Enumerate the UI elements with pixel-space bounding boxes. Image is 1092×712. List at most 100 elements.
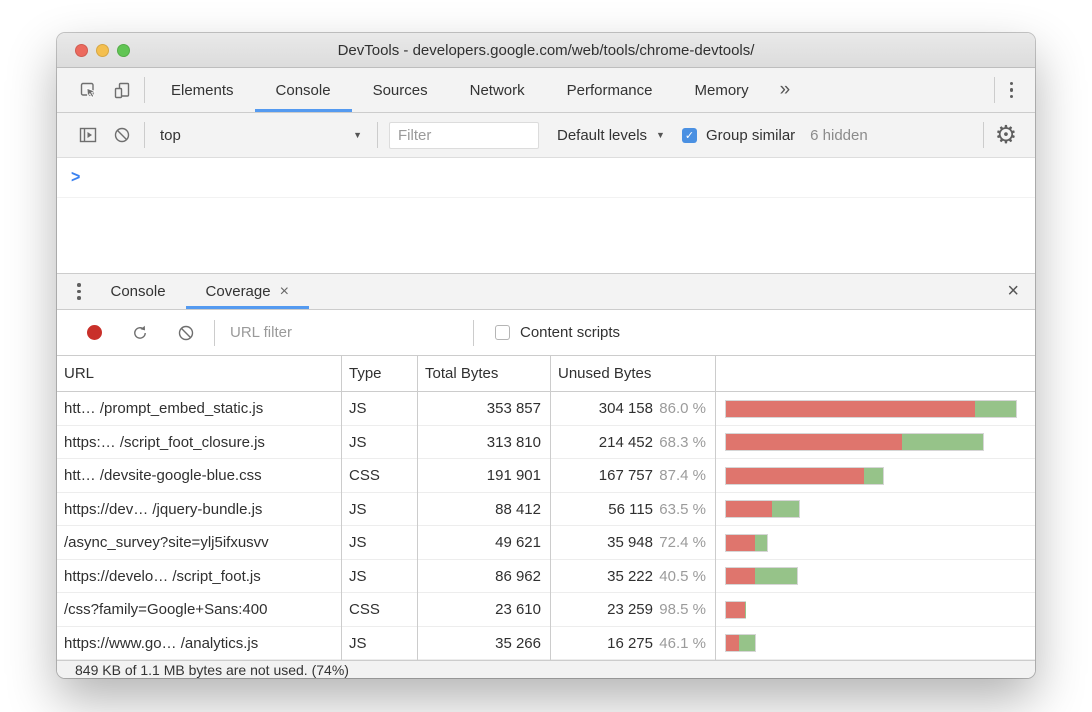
- usage-bar-cell: [716, 526, 1035, 560]
- used-bar-segment: [864, 468, 884, 484]
- url-cell: /css?family=Google+Sans:400: [57, 593, 342, 627]
- unused-bytes-value: 304 158: [551, 400, 653, 417]
- unused-bytes-cell: 304 15886.0 %: [551, 392, 716, 426]
- record-icon: [87, 325, 102, 340]
- table-row[interactable]: /css?family=Google+Sans:400CSS23 61023 2…: [57, 593, 1035, 627]
- usage-bar-cell: [716, 493, 1035, 527]
- divider: [214, 320, 215, 346]
- usage-bar: [726, 535, 767, 551]
- usage-bar-cell: [716, 392, 1035, 426]
- content-scripts-label[interactable]: Content scripts: [520, 324, 620, 341]
- column-header-total-bytes[interactable]: Total Bytes: [418, 356, 551, 391]
- reload-icon[interactable]: [117, 318, 163, 348]
- url-cell: https://dev… /jquery-bundle.js: [57, 493, 342, 527]
- unused-bar-segment: [726, 434, 902, 450]
- table-row[interactable]: https://dev… /jquery-bundle.jsJS88 41256…: [57, 493, 1035, 527]
- column-header-unused-bytes[interactable]: Unused Bytes: [551, 356, 716, 391]
- settings-gear-icon[interactable]: ⚙: [989, 120, 1023, 150]
- tab-network[interactable]: Network: [449, 68, 546, 112]
- toggle-recording-button[interactable]: [71, 318, 117, 348]
- type-cell: CSS: [342, 459, 418, 493]
- unused-percent: 40.5 %: [653, 568, 715, 585]
- divider: [144, 77, 145, 103]
- minimize-window-button[interactable]: [96, 44, 109, 57]
- table-row[interactable]: https://www.go… /analytics.jsJS35 26616 …: [57, 627, 1035, 661]
- unused-percent: 72.4 %: [653, 534, 715, 551]
- coverage-summary-text: 849 KB of 1.1 MB bytes are not used. (74…: [75, 662, 349, 678]
- unused-bytes-value: 16 275: [551, 635, 653, 652]
- group-similar-label[interactable]: Group similar: [706, 127, 795, 144]
- usage-bar: [726, 635, 755, 651]
- drawer-tab-console[interactable]: Console: [91, 274, 186, 309]
- usage-bar: [726, 468, 883, 484]
- unused-bar-segment: [726, 568, 755, 584]
- unused-percent: 87.4 %: [653, 467, 715, 484]
- console-filter-input[interactable]: [389, 122, 539, 149]
- unused-bar-segment: [726, 501, 772, 517]
- panel-tabs: ElementsConsoleSourcesNetworkPerformance…: [150, 68, 770, 112]
- tab-sources[interactable]: Sources: [352, 68, 449, 112]
- used-bar-segment: [975, 401, 1016, 417]
- zoom-window-button[interactable]: [117, 44, 130, 57]
- total-bytes-cell: 88 412: [418, 493, 551, 527]
- javascript-context-select[interactable]: top ▼: [150, 127, 372, 144]
- unused-bar-segment: [726, 602, 745, 618]
- divider: [473, 320, 474, 346]
- tab-memory[interactable]: Memory: [674, 68, 770, 112]
- usage-bar-cell: [716, 426, 1035, 460]
- console-prompt-row[interactable]: >: [57, 158, 1035, 198]
- table-row[interactable]: https://develo… /script_foot.jsJS86 9623…: [57, 560, 1035, 594]
- main-tab-bar: ElementsConsoleSourcesNetworkPerformance…: [57, 68, 1035, 113]
- clear-console-icon[interactable]: [105, 120, 139, 150]
- url-cell: https://develo… /script_foot.js: [57, 560, 342, 594]
- more-tabs-icon[interactable]: »: [770, 79, 801, 101]
- drawer-menu-icon[interactable]: [67, 277, 91, 306]
- coverage-table-body: htt… /prompt_embed_static.jsJS353 857304…: [57, 392, 1035, 660]
- device-toolbar-icon[interactable]: [105, 75, 139, 105]
- column-header-type[interactable]: Type: [342, 356, 418, 391]
- total-bytes-cell: 49 621: [418, 526, 551, 560]
- console-sidebar-icon[interactable]: [71, 120, 105, 150]
- table-row[interactable]: htt… /prompt_embed_static.jsJS353 857304…: [57, 392, 1035, 426]
- unused-bytes-value: 35 948: [551, 534, 653, 551]
- coverage-table-header: URL Type Total Bytes Unused Bytes: [57, 356, 1035, 392]
- unused-bytes-cell: 56 11563.5 %: [551, 493, 716, 527]
- unused-percent: 68.3 %: [653, 434, 715, 451]
- table-row[interactable]: /async_survey?site=ylj5ifxusvvJS49 62135…: [57, 526, 1035, 560]
- close-tab-icon[interactable]: ×: [280, 283, 289, 301]
- clear-coverage-icon[interactable]: [163, 318, 209, 348]
- divider: [144, 122, 145, 148]
- url-cell: https:… /script_foot_closure.js: [57, 426, 342, 460]
- usage-bar: [726, 602, 745, 618]
- drawer-tab-coverage[interactable]: Coverage×: [186, 274, 309, 309]
- console-prompt-icon: >: [71, 168, 80, 188]
- close-drawer-icon[interactable]: ×: [1005, 280, 1021, 303]
- usage-bar: [726, 401, 1016, 417]
- close-window-button[interactable]: [75, 44, 88, 57]
- unused-bytes-value: 214 452: [551, 434, 653, 451]
- total-bytes-cell: 35 266: [418, 627, 551, 661]
- table-row[interactable]: https:… /script_foot_closure.jsJS313 810…: [57, 426, 1035, 460]
- content-scripts-checkbox[interactable]: [495, 325, 510, 340]
- type-cell: JS: [342, 392, 418, 426]
- unused-bytes-value: 23 259: [551, 601, 653, 618]
- divider: [994, 77, 995, 103]
- log-levels-select[interactable]: Default levels ▼: [557, 127, 665, 144]
- group-similar-checkbox[interactable]: ✓: [682, 128, 697, 143]
- used-bar-segment: [772, 501, 799, 517]
- tab-performance[interactable]: Performance: [546, 68, 674, 112]
- type-cell: JS: [342, 627, 418, 661]
- console-messages-area[interactable]: >: [57, 158, 1035, 273]
- column-header-url[interactable]: URL: [57, 356, 342, 391]
- table-row[interactable]: htt… /devsite-google-blue.cssCSS191 9011…: [57, 459, 1035, 493]
- tab-elements[interactable]: Elements: [150, 68, 255, 112]
- main-menu-icon[interactable]: [1000, 76, 1024, 105]
- url-filter-input[interactable]: [230, 324, 468, 341]
- inspect-element-icon[interactable]: [71, 75, 105, 105]
- tab-console[interactable]: Console: [255, 68, 352, 112]
- type-cell: JS: [342, 526, 418, 560]
- unused-bytes-cell: 214 45268.3 %: [551, 426, 716, 460]
- usage-bar-cell: [716, 593, 1035, 627]
- context-value: top: [160, 127, 181, 144]
- devtools-window: DevTools - developers.google.com/web/too…: [57, 33, 1035, 678]
